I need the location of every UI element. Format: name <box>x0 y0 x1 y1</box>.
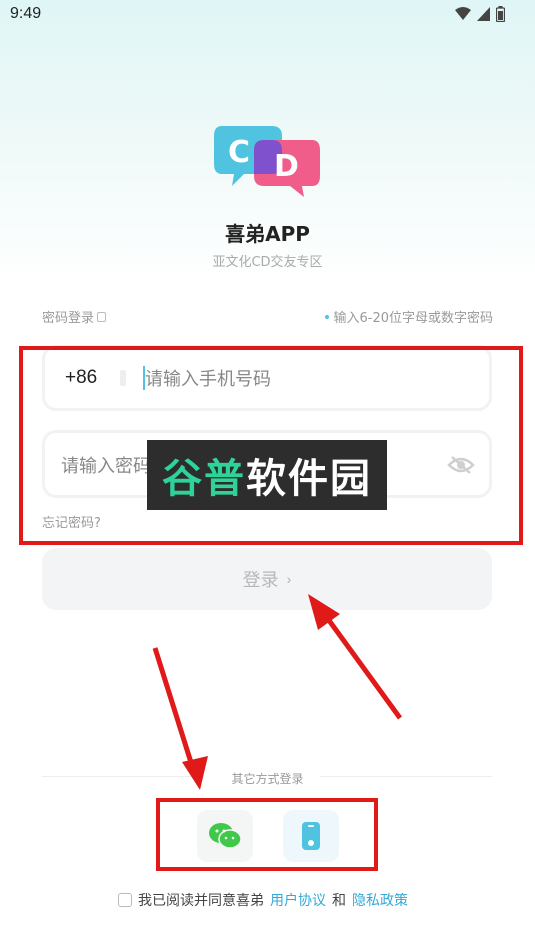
password-hint-text: 输入6-20位字母或数字密码 <box>333 311 493 326</box>
app-logo: C D <box>214 126 320 197</box>
chevron-right-icon: › <box>286 571 292 587</box>
status-time: 9:49 <box>10 5 42 22</box>
login-mode-label: 密码登录 <box>42 311 95 326</box>
agreement-prefix: 我已阅读并同意喜弟 <box>138 893 264 909</box>
signal-icon <box>477 7 490 21</box>
login-button-label: 登录 <box>242 570 279 590</box>
svg-text:D: D <box>274 149 299 184</box>
wifi-icon <box>455 7 471 20</box>
mode-switch-icon <box>97 311 107 322</box>
status-icons <box>455 6 505 22</box>
annotation-box-form <box>19 346 523 545</box>
login-button[interactable]: 登录 › <box>42 548 492 610</box>
battery-icon <box>496 6 505 22</box>
app-tagline: 亚文化CD交友专区 <box>212 255 323 270</box>
app-name: 喜弟APP <box>225 222 310 246</box>
annotation-box-social <box>156 798 378 871</box>
agreement-and: 和 <box>332 893 346 909</box>
user-agreement-link[interactable]: 用户协议 <box>270 890 326 910</box>
login-mode-toggle[interactable]: 密码登录 <box>42 307 107 326</box>
password-hint: 输入6-20位字母或数字密码 <box>325 307 493 326</box>
annotation-arrow-social <box>152 647 197 773</box>
hint-dot-icon <box>325 314 330 319</box>
privacy-policy-link[interactable]: 隐私政策 <box>352 890 408 910</box>
svg-text:C: C <box>228 135 250 170</box>
status-bar: 9:49 <box>0 0 535 30</box>
other-login-label: 其它方式登录 <box>231 772 304 786</box>
agreement-row: 我已阅读并同意喜弟 用户协议和隐私政策 <box>118 890 408 910</box>
agreement-checkbox[interactable] <box>118 893 132 907</box>
annotation-arrow-login <box>317 606 403 720</box>
